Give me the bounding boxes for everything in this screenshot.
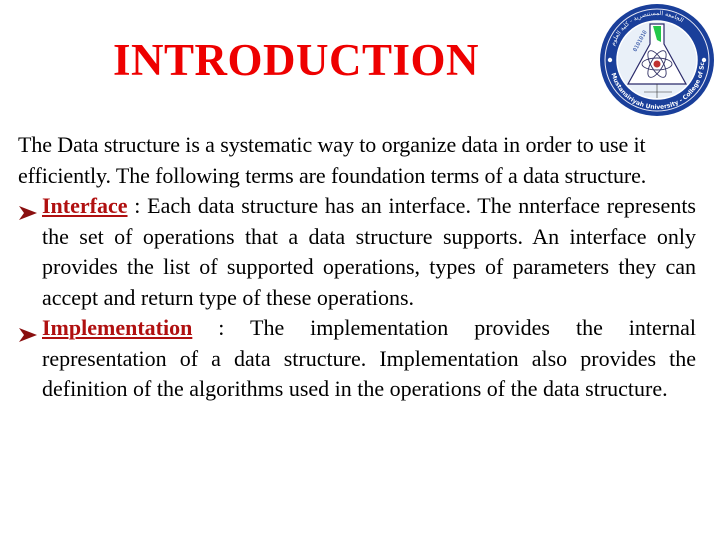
- bullet-implementation: Implementation : The implementation prov…: [18, 313, 696, 405]
- arrow-bullet-icon: [18, 321, 38, 342]
- term-separator: :: [127, 193, 148, 218]
- term-implementation: Implementation: [42, 315, 193, 340]
- term-interface: Interface: [42, 193, 128, 218]
- intro-paragraph: The Data structure is a systematic way t…: [18, 132, 647, 188]
- term-separator: :: [192, 315, 250, 340]
- arrow-bullet-icon: [18, 199, 38, 220]
- slide-body: The Data structure is a systematic way t…: [18, 130, 696, 405]
- slide-title: INTRODUCTION: [113, 35, 480, 85]
- university-seal-icon: Mustansiriyah University - College of Sc…: [596, 0, 716, 118]
- bullet-interface: Interface : Each data structure has an i…: [18, 191, 696, 313]
